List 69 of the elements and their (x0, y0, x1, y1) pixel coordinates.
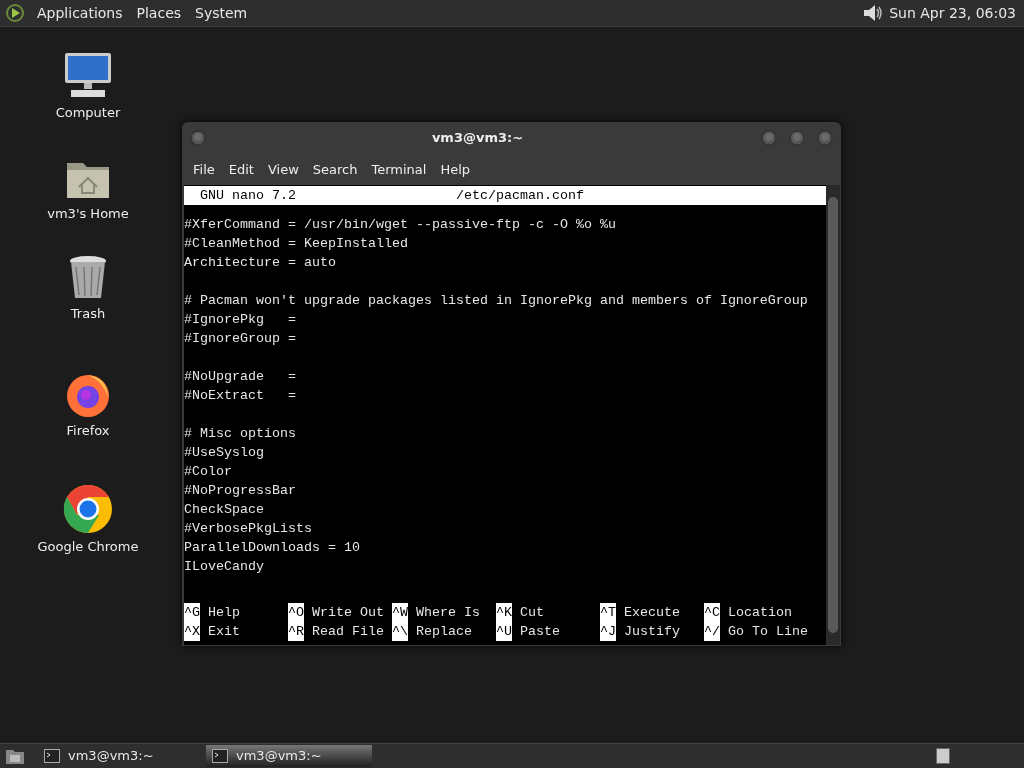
menu-item[interactable]: View (260, 159, 306, 180)
shortcut-key: ^K (496, 603, 512, 622)
desktop-icon-label[interactable]: Computer (55, 103, 121, 123)
code-line: Architecture = auto (184, 254, 337, 272)
shortcut-label: Help (208, 604, 240, 622)
close-button[interactable] (817, 130, 833, 146)
shortcut-key: ^/ (704, 622, 720, 641)
clock[interactable]: Sun Apr 23, 06:03 (889, 2, 1020, 24)
shortcut-key: ^\ (392, 622, 408, 641)
desktop-icon-label[interactable]: Trash (70, 304, 106, 324)
desktop-icon-label[interactable]: Google Chrome (37, 537, 139, 557)
shortcut-key: ^W (392, 603, 408, 622)
shortcut-key: ^J (600, 622, 616, 641)
maximize-button[interactable] (789, 130, 805, 146)
shortcut-label: Justify (624, 623, 680, 641)
shortcut-key: ^C (704, 603, 720, 622)
desktop-icon-label[interactable]: vm3's Home (47, 203, 129, 223)
minimize-button[interactable] (761, 130, 777, 146)
shortcut-label: Execute (624, 604, 680, 622)
code-line: #NoExtract = (184, 387, 297, 405)
code-line: #NoUpgrade = (184, 368, 297, 386)
shortcut-label: Paste (520, 623, 560, 641)
terminal-icon (212, 749, 228, 763)
menu-item[interactable]: File (186, 159, 222, 180)
taskbar-button[interactable]: vm3@vm3:~ (206, 745, 372, 767)
code-line: ILoveCandy (184, 558, 265, 576)
shortcut-label: Where Is (416, 604, 480, 622)
shortcut-label: Exit (208, 623, 240, 641)
logo-icon[interactable] (4, 2, 26, 24)
shortcut-label: Read File (312, 623, 384, 641)
code-line: # Misc options (184, 425, 297, 443)
shortcut-label: Go To Line (728, 623, 808, 641)
panel-menu[interactable]: System (188, 2, 255, 24)
code-line: #CleanMethod = KeepInstalled (184, 235, 409, 253)
shortcut-label: Cut (520, 604, 544, 622)
code-line: #VerbosePkgLists (184, 520, 313, 538)
nano-version: GNU nano 7.2 (199, 187, 297, 205)
window-menu-button[interactable] (190, 130, 206, 146)
shortcut-label: Write Out (312, 604, 384, 622)
code-line: #NoProgressBar (184, 482, 297, 500)
taskbar-button[interactable]: vm3@vm3:~ (38, 745, 204, 767)
workspace-switcher[interactable] (936, 748, 950, 764)
scrollbar-thumb[interactable] (828, 197, 838, 633)
code-line: ParallelDownloads = 10 (184, 539, 361, 557)
menu-item[interactable]: Search (305, 159, 365, 180)
shortcut-key: ^O (288, 603, 304, 622)
shortcut-key: ^G (184, 603, 200, 622)
code-line: #XferCommand = /usr/bin/wget --passive-ftp -c -O %o %u (184, 216, 617, 234)
file-name: /etc/pacman.conf (456, 187, 584, 205)
shortcut-key: ^R (288, 622, 304, 641)
menu-item[interactable]: Help (433, 159, 478, 180)
menu-item[interactable]: Edit (221, 159, 261, 180)
shortcut-label: Location (728, 604, 792, 622)
code-line: #Color (184, 463, 233, 481)
shortcut-label: Replace (416, 623, 472, 641)
code-line: #IgnorePkg = (184, 311, 297, 329)
shortcut-key: ^U (496, 622, 512, 641)
panel-menu[interactable]: Applications (30, 2, 130, 24)
code-line: #IgnoreGroup = (184, 330, 297, 348)
window-title: vm3@vm3:~ (430, 129, 525, 148)
terminal-icon (44, 749, 60, 763)
code-line: CheckSpace (184, 501, 265, 519)
shortcut-key: ^T (600, 603, 616, 622)
code-line: #UseSyslog (184, 444, 265, 462)
menu-item[interactable]: Terminal (364, 159, 434, 180)
shortcut-key: ^X (184, 622, 200, 641)
desktop-icon-label[interactable]: Firefox (66, 420, 110, 440)
panel-menu[interactable]: Places (129, 2, 189, 24)
code-line: # Pacman won't upgrade packages listed in IgnorePkg and members of IgnoreGroup (184, 292, 809, 310)
